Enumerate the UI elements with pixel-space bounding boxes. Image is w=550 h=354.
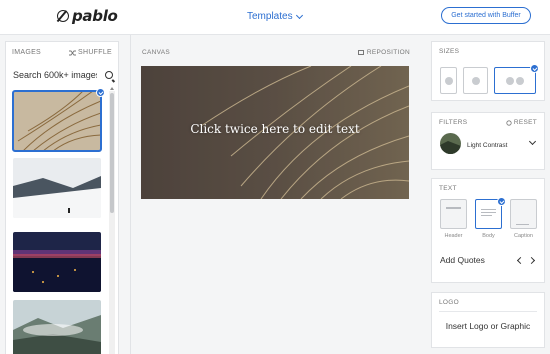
pinterest-icon <box>471 76 480 85</box>
shuffle-icon <box>69 50 76 55</box>
pablo-logo-icon <box>57 10 69 22</box>
canvas-preview[interactable]: Click twice here to edit text <box>141 66 409 199</box>
search-icon[interactable] <box>105 71 113 79</box>
pablo-logo[interactable]: pablo <box>57 7 118 25</box>
reset-icon <box>506 119 512 126</box>
selected-check-icon <box>497 197 506 206</box>
logo-panel: LOGO Insert Logo or Graphic <box>431 292 545 348</box>
selected-check-icon <box>96 88 105 97</box>
twitter-icon <box>516 76 524 85</box>
logo-title: LOGO <box>439 299 459 306</box>
image-thumbnail-misty-mountain[interactable] <box>13 300 101 354</box>
reposition-button[interactable]: REPOSITION <box>357 49 410 56</box>
filters-panel: FILTERS RESET Light Contrast <box>431 112 545 170</box>
image-thumbnail-snow-forest[interactable] <box>13 158 101 218</box>
text-option-label: Body <box>482 233 495 239</box>
image-scrollbar-thumb[interactable] <box>110 93 114 213</box>
logo-text: pablo <box>72 7 118 25</box>
dry-grass-image <box>13 91 101 151</box>
scroll-up-arrow-icon[interactable] <box>110 87 114 90</box>
reposition-label: REPOSITION <box>366 49 410 56</box>
chevron-down-icon[interactable] <box>528 137 537 146</box>
size-option-instagram[interactable] <box>440 67 457 94</box>
size-option-social[interactable] <box>494 67 536 94</box>
templates-label: Templates <box>247 11 293 22</box>
text-option-label: Header <box>444 233 463 239</box>
insert-logo-button[interactable]: Insert Logo or Graphic <box>432 321 544 331</box>
templates-dropdown[interactable]: Templates <box>247 11 303 22</box>
get-started-button[interactable]: Get started with Buffer <box>441 7 531 24</box>
text-title: TEXT <box>439 185 457 192</box>
images-panel: IMAGES SHUFFLE <box>5 41 119 354</box>
reposition-icon <box>357 50 364 55</box>
images-title: IMAGES <box>12 49 42 56</box>
filter-preview-thumb <box>440 133 461 154</box>
facebook-icon <box>506 76 514 85</box>
shuffle-button[interactable]: SHUFFLE <box>69 49 112 56</box>
image-thumbnail-night-city[interactable] <box>13 232 101 292</box>
reset-label: RESET <box>513 119 537 126</box>
size-option-pinterest[interactable] <box>463 67 488 94</box>
panel-divider <box>130 35 131 354</box>
reset-filter-button[interactable]: RESET <box>506 119 537 126</box>
image-thumbnail-dry-grass[interactable] <box>12 90 102 152</box>
text-option-label: Caption <box>514 233 533 239</box>
instagram-icon <box>444 76 453 85</box>
logo-divider <box>439 311 537 312</box>
text-panel: TEXT Header Body Caption Add Quotes <box>431 178 545 283</box>
misty-mountain-image <box>13 300 101 354</box>
night-city-image <box>13 232 101 292</box>
search-input[interactable] <box>13 70 97 80</box>
filter-select-value[interactable]: Light Contrast <box>467 142 507 149</box>
sizes-title: SIZES <box>439 48 460 55</box>
snow-forest-image <box>13 158 101 218</box>
chevron-left-icon[interactable] <box>516 256 525 265</box>
canvas-overlay-text[interactable]: Click twice here to edit text <box>141 122 409 136</box>
chevron-right-icon[interactable] <box>527 256 536 265</box>
chevron-down-icon <box>295 11 303 19</box>
filters-title: FILTERS <box>439 119 468 126</box>
canvas-header: CANVAS REPOSITION <box>142 49 410 56</box>
add-quotes-link[interactable]: Add Quotes <box>440 255 485 265</box>
top-bar: pablo Templates Get started with Buffer <box>0 0 550 35</box>
selected-check-icon <box>530 64 539 73</box>
filter-preview-image <box>440 133 461 154</box>
text-option-header[interactable] <box>440 199 467 229</box>
text-option-caption[interactable] <box>510 199 537 229</box>
shuffle-label: SHUFFLE <box>78 49 112 56</box>
canvas-title: CANVAS <box>142 49 171 56</box>
image-search <box>13 70 113 80</box>
sizes-panel: SIZES <box>431 41 545 101</box>
